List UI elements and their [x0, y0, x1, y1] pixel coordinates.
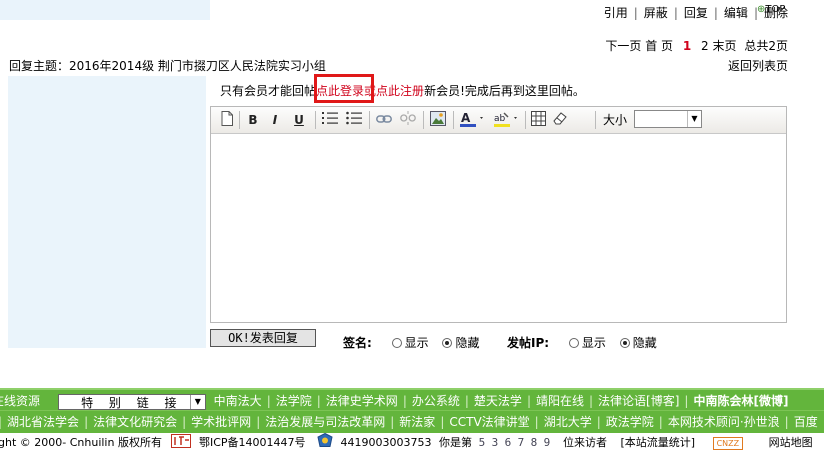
link-weibo[interactable]: 中南陈会林[微博] [693, 394, 788, 408]
copyright: ght © 2000- Cnhuilin 版权所有 [0, 436, 162, 449]
signature-label: 签名: [343, 336, 372, 350]
seal-icon [171, 433, 192, 450]
underline-icon[interactable]: U [291, 111, 307, 129]
last-page-link[interactable]: 末页 [713, 39, 737, 53]
ip-show-label: 显示 [581, 336, 606, 350]
cnzz-badge[interactable]: CNZZ [712, 436, 744, 450]
link-office-system[interactable]: 办公系统 [412, 394, 460, 408]
chevron-down-icon: ▼ [687, 111, 701, 127]
ip-hide-label: 隐藏 [632, 336, 657, 350]
site-map-link[interactable]: 网站地图 [769, 436, 813, 449]
link-tech-advisor[interactable]: 本网技术顾问·孙世浪 [668, 415, 780, 429]
page-2-link[interactable]: 2 [701, 39, 709, 53]
chevron-down-icon: ▼ [189, 394, 205, 409]
top-link[interactable]: ⊕TOP [757, 4, 785, 15]
ip-option: 发帖IP: 显示 隐藏 [507, 334, 667, 351]
top-strip [0, 0, 210, 20]
quote-link[interactable]: 引用 [604, 6, 628, 20]
font-size-label: 大小 [603, 113, 628, 127]
link-academic-critique[interactable]: 学术批评网 [191, 415, 251, 429]
signature-show-option[interactable]: 显示 [391, 336, 429, 350]
unlink-icon[interactable] [399, 111, 417, 129]
signature-hide-radio[interactable] [442, 338, 453, 348]
svg-text:A: A [461, 111, 471, 125]
table-icon[interactable] [529, 111, 547, 129]
new-document-icon[interactable] [219, 111, 235, 129]
link-hubei-law-society[interactable]: 湖北省法学会 [7, 415, 79, 429]
register-link[interactable]: 点此注册 [376, 84, 424, 98]
bold-icon[interactable]: B [245, 111, 261, 129]
ip-hide-option[interactable]: 隐藏 [619, 336, 657, 350]
ip-label: 发帖IP: [507, 336, 550, 350]
left-panel [8, 76, 206, 348]
ordered-list-icon[interactable] [321, 111, 339, 129]
reply-title: 回复主题：2016年2014级 荆门市掇刀区人民法院实习小组 [9, 59, 326, 73]
eraser-icon[interactable] [551, 111, 569, 129]
notice-suffix: 新会员!完成后再到这里回帖。 [424, 84, 585, 98]
link-legal-history[interactable]: 法律史学术网 [326, 394, 398, 408]
editor-toolbar: B I U A ab 大小 ▼ [211, 107, 786, 134]
signature-show-label: 显示 [404, 336, 429, 350]
icp-link[interactable]: 鄂ICP备14001447号 [199, 436, 306, 449]
next-page-link[interactable]: 下一页 [605, 39, 641, 53]
link-icon[interactable] [375, 111, 393, 129]
police-record-link[interactable]: 4419003003753 [341, 436, 432, 449]
highlight-color-icon[interactable]: ab [493, 111, 521, 129]
block-link[interactable]: 屏蔽 [644, 6, 668, 20]
link-legal-culture[interactable]: 法律文化研究会 [93, 415, 177, 429]
signature-option: 签名: 显示 隐藏 [343, 334, 490, 351]
font-size-select[interactable]: ▼ [634, 110, 702, 128]
links-bar-1: 在线资源 特 别 链 接▼ 中南法大|法学院|法律史学术网|办公系统|楚天法学|… [0, 388, 824, 412]
back-to-list-link[interactable]: 返回列表页 [728, 57, 788, 74]
reply-link[interactable]: 回复 [684, 6, 708, 20]
total-pages: 总共2页 [744, 39, 788, 53]
visitor-prefix: 你是第 [438, 436, 472, 449]
notice-prefix: 只有会员才能回帖 [220, 84, 317, 98]
link-new-legalist[interactable]: 新法家 [399, 415, 435, 429]
link-baidu[interactable]: 百度 [794, 415, 818, 429]
link-politics-law-school[interactable]: 政法学院 [606, 415, 654, 429]
font-color-icon[interactable]: A [459, 111, 487, 129]
svg-text:ab: ab [494, 114, 506, 124]
signature-show-radio[interactable] [391, 338, 402, 348]
visitor-suffix: 位来访者 [562, 436, 607, 449]
link-jingyang-online[interactable]: 靖阳在线 [536, 394, 584, 408]
link-legal-analects[interactable]: 法律论语[博客] [598, 394, 679, 408]
special-links-select[interactable]: 特 别 链 接 ▼ [57, 393, 206, 410]
link-chutian-law[interactable]: 楚天法学 [474, 394, 522, 408]
special-links-value: 特 别 链 接 [81, 395, 183, 410]
unordered-list-icon[interactable] [345, 111, 363, 129]
link-cctv-law[interactable]: CCTV法律讲堂 [449, 415, 529, 429]
italic-icon[interactable]: I [267, 111, 283, 129]
ip-show-radio[interactable] [568, 338, 579, 348]
ip-hide-radio[interactable] [619, 338, 630, 348]
rich-text-editor: B I U A ab 大小 ▼ [210, 106, 787, 323]
link-law-school[interactable]: 法学院 [276, 394, 312, 408]
login-highlight-box [314, 74, 374, 103]
link-zhongnan-law[interactable]: 中南法大 [214, 394, 262, 408]
editor-text-area[interactable] [211, 134, 786, 322]
submit-reply-button[interactable]: OK!发表回复 [210, 329, 316, 347]
login-notice: 只有会员才能回帖点此登录或点此注册新会员!完成后再到这里回帖。 [220, 82, 585, 99]
signature-hide-option[interactable]: 隐藏 [442, 336, 480, 350]
current-page: 1 [682, 39, 692, 53]
pager: 下一页 首 页 1 2 末页 总共2页 [605, 37, 788, 54]
link-rule-of-law[interactable]: 法治发展与司法改革网 [265, 415, 385, 429]
visitor-counter: 536789 [478, 436, 551, 449]
signature-hide-label: 隐藏 [455, 336, 480, 350]
top-link-label: TOP [765, 4, 786, 15]
links-bar-2: |湖北省法学会|法律文化研究会|学术批评网|法治发展与司法改革网|新法家|CCT… [0, 410, 824, 433]
insert-image-icon[interactable] [429, 111, 447, 129]
footer: ght © 2000- Cnhuilin 版权所有 鄂ICP备14001447号… [0, 433, 824, 450]
first-page-link[interactable]: 首 页 [645, 39, 673, 53]
link-hubei-university[interactable]: 湖北大学 [544, 415, 592, 429]
site-stats-link[interactable]: [本站流量统计] [620, 436, 695, 449]
police-badge-icon [317, 433, 333, 450]
online-resources-label: 在线资源 [0, 394, 41, 408]
ip-show-option[interactable]: 显示 [568, 336, 606, 350]
edit-link[interactable]: 编辑 [724, 6, 748, 20]
